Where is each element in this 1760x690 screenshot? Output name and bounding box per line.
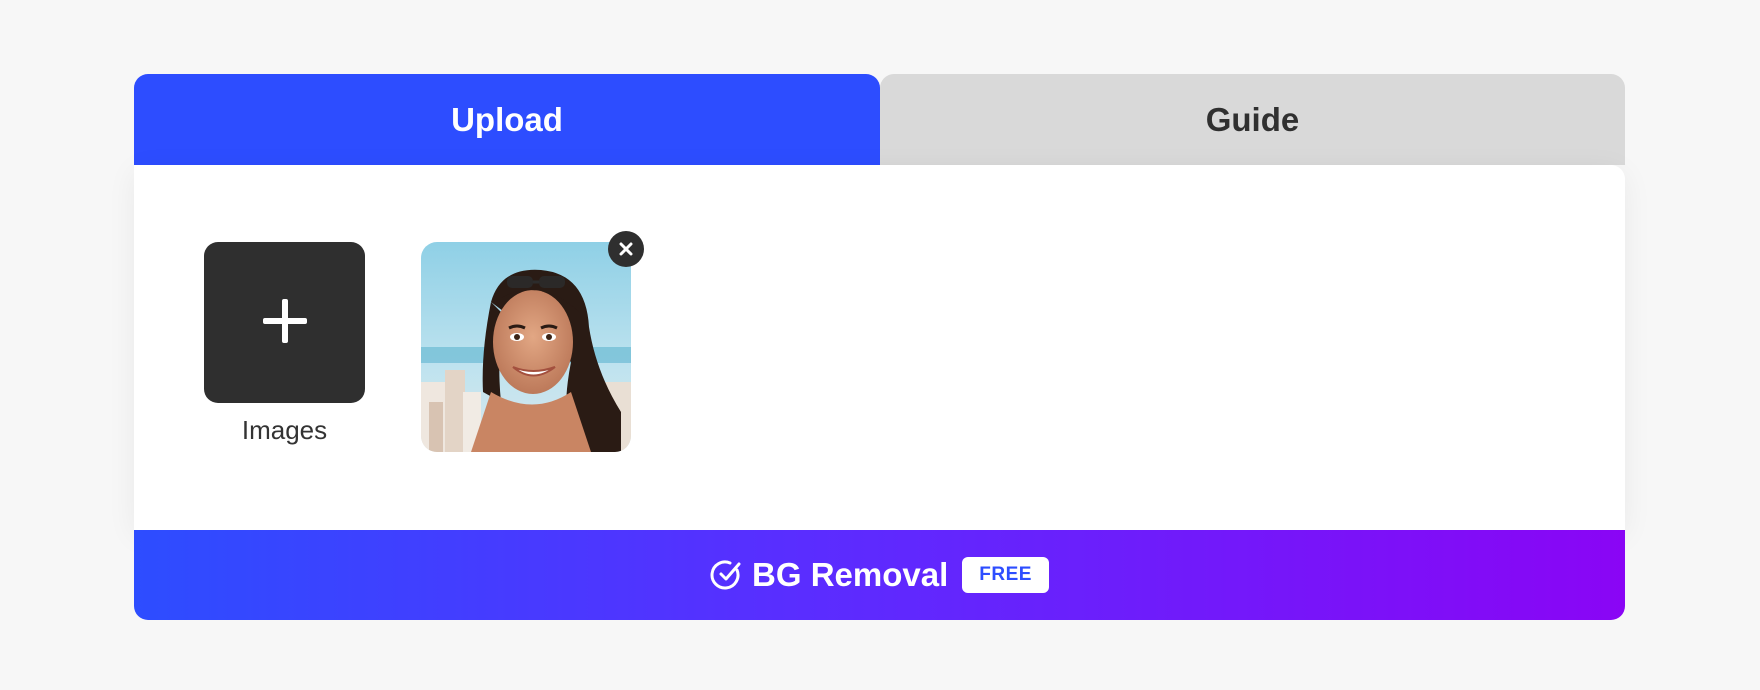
bg-removal-content: BG Removal FREE	[710, 556, 1049, 594]
add-images-label: Images	[241, 415, 328, 445]
tab-upload[interactable]: Upload	[134, 74, 880, 165]
free-badge: FREE	[962, 557, 1049, 593]
upload-card: Upload Guide Images BG Removal FREE	[134, 74, 1625, 620]
check-circle-icon	[710, 560, 741, 590]
tab-guide-label: Guide	[1205, 100, 1300, 138]
uploaded-image-thumbnail[interactable]	[421, 242, 631, 452]
tab-bar: Upload Guide	[134, 74, 1625, 165]
bg-removal-button[interactable]: BG Removal FREE	[134, 530, 1625, 620]
upload-panel: Images	[134, 165, 1625, 530]
tab-upload-label: Upload	[451, 100, 563, 138]
bg-removal-label: BG Removal	[752, 556, 949, 593]
remove-image-button[interactable]	[608, 231, 644, 267]
tab-guide[interactable]: Guide	[880, 74, 1625, 165]
portrait-photo	[421, 242, 631, 452]
close-icon	[619, 242, 633, 256]
add-images-button[interactable]	[204, 242, 365, 403]
